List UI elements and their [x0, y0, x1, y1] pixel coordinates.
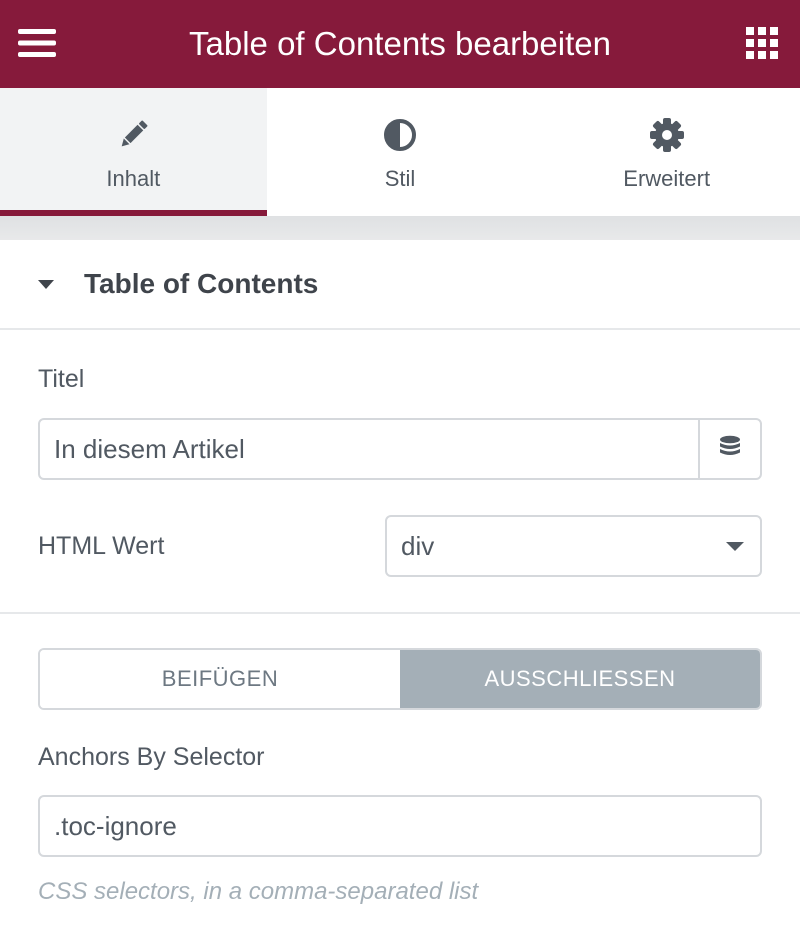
- divider: [0, 612, 800, 614]
- section-toggle-table-of-contents[interactable]: Table of Contents: [0, 240, 800, 330]
- title-input[interactable]: In diesem Artikel: [38, 418, 762, 480]
- html-tag-select[interactable]: div: [385, 515, 762, 577]
- tab-label: Stil: [384, 166, 416, 191]
- exclude-button[interactable]: AUSSCHLIESSEN: [400, 650, 760, 708]
- tab-label: Inhalt: [106, 166, 161, 191]
- panel-title: Table of Contents bearbeiten: [189, 25, 611, 62]
- include-exclude-toggle: BEIFÜGEN AUSSCHLIESSEN: [38, 648, 762, 710]
- tab-stil[interactable]: Stil: [267, 88, 534, 216]
- gear-icon: [649, 118, 684, 152]
- chevron-down-icon: [726, 542, 744, 551]
- half-circle-icon: [383, 118, 417, 152]
- section-separator: [0, 216, 800, 240]
- pencil-icon: [116, 118, 150, 152]
- anchors-selector-input[interactable]: .toc-ignore: [38, 795, 762, 857]
- section-title: Table of Contents: [84, 268, 319, 299]
- title-input-value: In diesem Artikel: [54, 433, 245, 464]
- tab-inhalt[interactable]: Inhalt: [0, 88, 267, 216]
- anchors-selector-value: .toc-ignore: [54, 810, 177, 841]
- panel-tabs: Inhalt Stil Erweitert: [0, 88, 800, 216]
- anchors-selector-label: Anchors By Selector: [38, 743, 265, 771]
- editor-header: Table of Contents bearbeiten: [0, 0, 800, 88]
- dynamic-tags-button[interactable]: [698, 420, 760, 478]
- html-tag-label: HTML Wert: [38, 532, 165, 560]
- tab-label: Erweitert: [623, 166, 711, 191]
- html-tag-value: div: [401, 530, 435, 561]
- include-button[interactable]: BEIFÜGEN: [40, 650, 400, 708]
- hamburger-icon[interactable]: [18, 25, 56, 61]
- title-field-label: Titel: [38, 365, 85, 393]
- database-icon: [719, 435, 741, 464]
- caret-down-icon: [38, 279, 54, 289]
- apps-grid-icon[interactable]: [744, 25, 780, 61]
- anchors-selector-hint: CSS selectors, in a comma-separated list: [38, 878, 479, 905]
- tab-erweitert[interactable]: Erweitert: [533, 88, 800, 216]
